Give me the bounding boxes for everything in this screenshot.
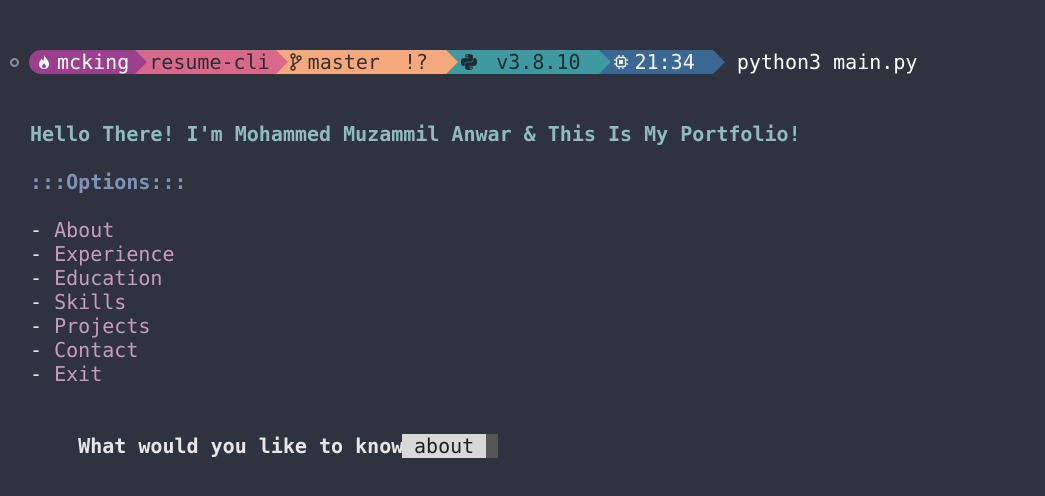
greeting-text: Hello There! I'm Mohammed Muzammil Anwar… xyxy=(30,122,801,146)
list-item: - Exit xyxy=(30,362,103,386)
prompt-user-label: mcking xyxy=(57,50,130,74)
option-experience: Experience xyxy=(54,242,175,266)
list-item: - Projects xyxy=(30,314,151,338)
prompt-time-label: 21:34 xyxy=(634,50,695,74)
list-item: - About xyxy=(30,218,115,242)
autocomplete-item[interactable]: about xyxy=(402,434,486,458)
list-item: - Skills xyxy=(30,290,127,314)
input-prompt-line[interactable]: What would you like to know?: a xyxy=(30,410,463,482)
prompt-time-segment: 21:34 xyxy=(598,50,725,74)
option-contact: Contact xyxy=(54,338,139,362)
shell-prompt: mcking resume-cli master !? v3.8.10 21:3… xyxy=(10,50,917,74)
options-list: - About - Experience - Education - Skill… xyxy=(30,218,175,386)
autocomplete-scrollbar[interactable] xyxy=(486,434,498,458)
flame-icon xyxy=(37,54,51,70)
python-icon xyxy=(460,53,478,71)
git-branch-icon xyxy=(289,53,302,71)
option-exit: Exit xyxy=(54,362,103,386)
options-title: :::Options::: xyxy=(30,170,187,194)
option-skills: Skills xyxy=(54,290,127,314)
option-education: Education xyxy=(54,266,163,290)
prompt-directory-segment: resume-cli xyxy=(135,50,288,74)
prompt-user-segment: mcking xyxy=(29,50,148,74)
prompt-branch-label: master xyxy=(307,50,380,74)
list-item: - Contact xyxy=(30,338,139,362)
option-about: About xyxy=(54,218,115,242)
option-projects: Projects xyxy=(54,314,151,338)
prompt-status-dot xyxy=(10,57,19,67)
list-item: - Experience xyxy=(30,242,175,266)
autocomplete-menu: about xyxy=(402,434,498,458)
prompt-python-version: v3.8.10 xyxy=(496,50,581,74)
prompt-directory-label: resume-cli xyxy=(149,50,270,74)
prompt-git-segment: master !? xyxy=(275,50,459,74)
prompt-python-segment: v3.8.10 xyxy=(446,50,611,74)
cpu-icon xyxy=(613,54,629,70)
terminal-window[interactable]: mcking resume-cli master !? v3.8.10 21:3… xyxy=(0,0,1045,496)
question-label: What would you like to know?: xyxy=(78,434,440,458)
prompt-git-status: !? xyxy=(404,50,429,74)
list-item: - Education xyxy=(30,266,163,290)
prompt-command: python3 main.py xyxy=(736,50,918,74)
